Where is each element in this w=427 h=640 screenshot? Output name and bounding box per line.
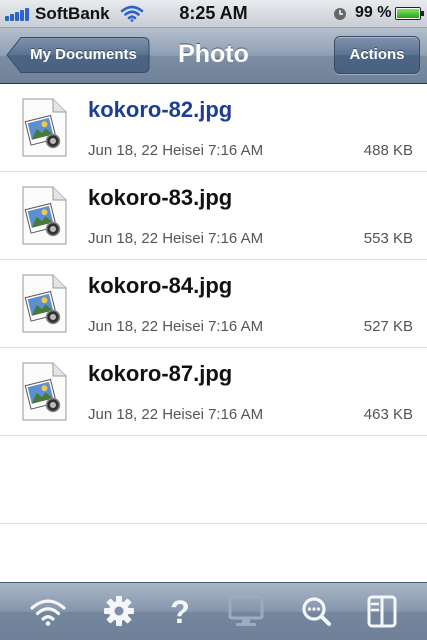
navigation-bar: My Documents Photo Actions — [0, 28, 427, 84]
search-icon — [302, 597, 331, 626]
file-date: Jun 18, 22 Heisei 7:16 AM — [88, 406, 264, 423]
file-row[interactable]: kokoro-84.jpg Jun 18, 22 Heisei 7:16 AM … — [0, 260, 427, 348]
actions-button[interactable]: Actions — [334, 36, 420, 74]
alarm-clock-icon — [334, 8, 346, 20]
svg-text:?: ? — [170, 594, 190, 629]
file-date: Jun 18, 22 Heisei 7:16 AM — [88, 142, 264, 159]
tab-wifi[interactable] — [28, 593, 68, 629]
split-view-icon — [367, 595, 397, 628]
image-file-icon — [22, 362, 67, 421]
tab-bar: ? — [0, 582, 427, 640]
wifi-icon — [30, 599, 66, 626]
file-size: 553 KB — [363, 230, 413, 247]
file-name: kokoro-87.jpg — [88, 361, 233, 386]
tab-settings[interactable] — [99, 593, 139, 629]
file-row[interactable]: kokoro-82.jpg Jun 18, 22 Heisei 7:16 AM … — [0, 84, 427, 172]
empty-list-row — [0, 436, 427, 524]
image-file-icon — [22, 98, 67, 157]
file-size: 488 KB — [363, 142, 413, 159]
image-file-icon — [22, 274, 67, 333]
image-file-icon — [22, 186, 67, 245]
file-name: kokoro-82.jpg — [88, 97, 233, 122]
monitor-icon — [228, 595, 264, 626]
tab-monitor[interactable] — [226, 593, 266, 629]
gear-icon — [104, 596, 134, 626]
file-row[interactable]: kokoro-87.jpg Jun 18, 22 Heisei 7:16 AM … — [0, 348, 427, 436]
file-size: 463 KB — [363, 406, 413, 423]
file-row[interactable]: kokoro-83.jpg Jun 18, 22 Heisei 7:16 AM … — [0, 172, 427, 260]
tab-search[interactable] — [296, 593, 336, 629]
battery-percent: 99 % — [355, 4, 392, 21]
file-date: Jun 18, 22 Heisei 7:16 AM — [88, 318, 264, 335]
file-size: 527 KB — [363, 318, 413, 335]
battery-icon — [395, 7, 424, 20]
status-bar: SoftBank 8:25 AM 99 % — [0, 0, 427, 28]
file-date: Jun 18, 22 Heisei 7:16 AM — [88, 230, 264, 247]
tab-split-view[interactable] — [362, 593, 402, 629]
help-icon: ? — [170, 594, 190, 629]
file-list: kokoro-82.jpg Jun 18, 22 Heisei 7:16 AM … — [0, 84, 427, 524]
file-name: kokoro-84.jpg — [88, 273, 233, 298]
file-name: kokoro-83.jpg — [88, 185, 233, 210]
tab-help[interactable]: ? — [160, 593, 200, 629]
